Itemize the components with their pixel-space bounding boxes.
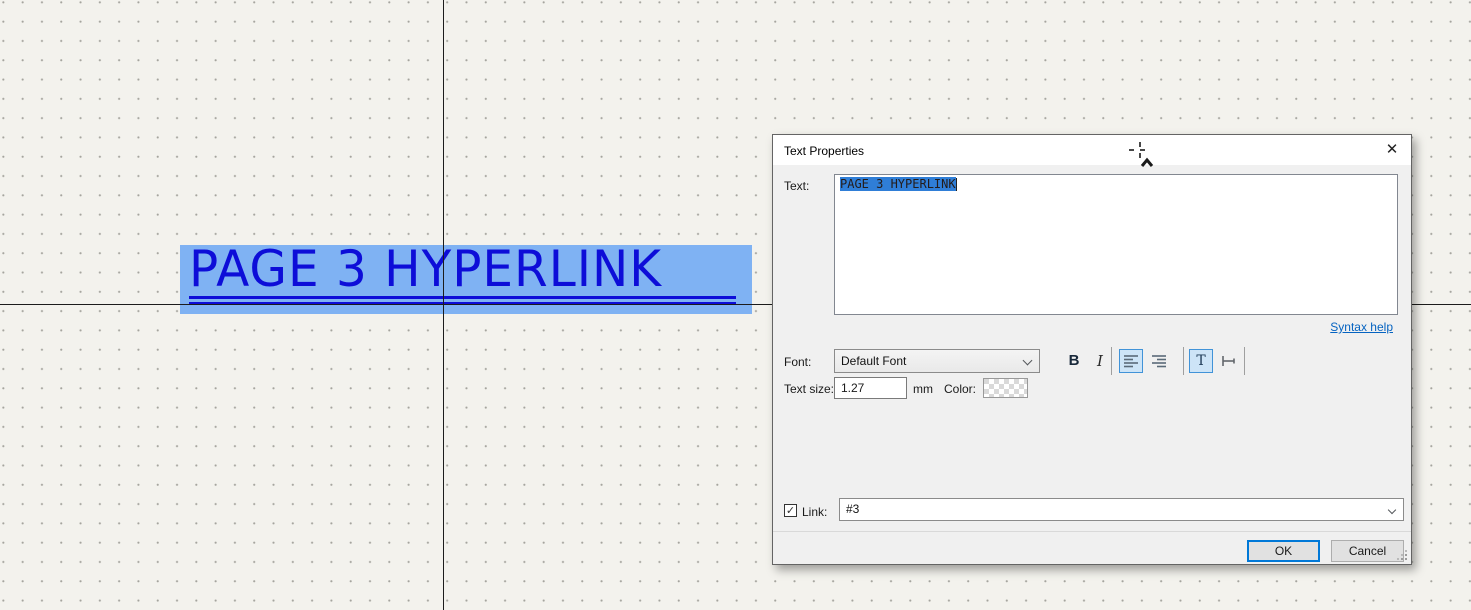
link-checkbox[interactable]: ✓ [784, 504, 797, 517]
align-right-icon [1151, 354, 1167, 368]
dialog-titlebar[interactable]: Text Properties ✕ [773, 135, 1411, 165]
font-select-value: Default Font [841, 354, 906, 368]
text-caret [956, 178, 957, 191]
align-right-button[interactable] [1147, 349, 1171, 373]
ok-button[interactable]: OK [1247, 540, 1320, 562]
dialog-title: Text Properties [784, 144, 864, 158]
horizontal-text-icon: T [1196, 353, 1205, 369]
button-divider [773, 531, 1411, 532]
selected-text: PAGE 3 HYPERLINK [840, 177, 956, 191]
align-left-button[interactable] [1119, 349, 1143, 373]
text-properties-dialog: Text Properties ✕ Text: PAGE 3 HYPERLINK… [772, 134, 1412, 565]
chevron-down-icon [1023, 356, 1033, 366]
vertical-text-button[interactable] [1216, 349, 1240, 373]
toolbar-separator [1183, 347, 1184, 375]
text-size-label: Text size: [784, 382, 834, 396]
hyperlink-underline [189, 296, 736, 299]
resize-grip[interactable] [1405, 558, 1407, 560]
bold-button[interactable]: B [1062, 349, 1086, 373]
close-icon[interactable]: ✕ [1381, 140, 1403, 160]
text-size-value: 1.27 [841, 381, 864, 395]
cancel-button[interactable]: Cancel [1331, 540, 1404, 562]
link-select[interactable]: #3 [839, 498, 1404, 521]
color-swatch[interactable] [983, 378, 1028, 398]
color-label: Color: [944, 382, 976, 396]
vertical-text-icon [1220, 353, 1236, 369]
italic-button[interactable]: I [1088, 349, 1112, 373]
text-content-editor[interactable]: PAGE 3 HYPERLINK [834, 174, 1398, 315]
font-select[interactable]: Default Font [834, 349, 1040, 373]
link-select-value: #3 [846, 502, 859, 516]
align-left-icon [1123, 354, 1139, 368]
grid-axis-vertical [443, 0, 444, 610]
crosshair-cursor-icon [1126, 139, 1160, 171]
canvas-hyperlink-text[interactable]: PAGE 3 HYPERLINK [189, 240, 662, 298]
link-label: Link: [802, 505, 827, 519]
text-field-label: Text: [784, 179, 809, 193]
toolbar-separator [1111, 347, 1112, 375]
text-size-input[interactable]: 1.27 [834, 377, 907, 399]
syntax-help-link[interactable]: Syntax help [1330, 320, 1393, 334]
checkmark-icon: ✓ [786, 505, 795, 517]
horizontal-text-button[interactable]: T [1189, 349, 1213, 373]
unit-label: mm [913, 382, 933, 396]
chevron-down-icon [1388, 506, 1396, 514]
toolbar-separator [1244, 347, 1245, 375]
font-label: Font: [784, 355, 811, 369]
